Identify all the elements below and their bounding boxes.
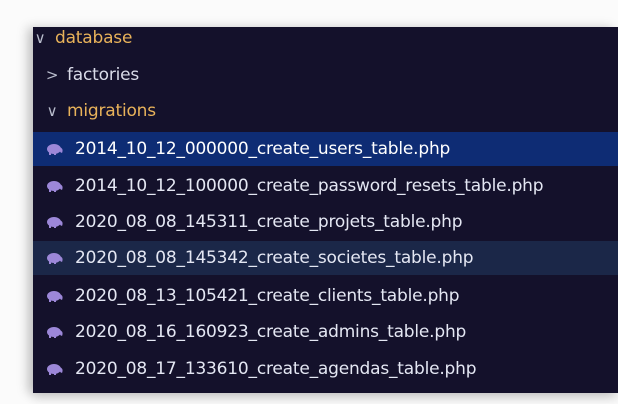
- php-elephant-icon: [47, 253, 63, 264]
- file-label: 2014_10_12_000000_create_users_table.php: [75, 139, 451, 159]
- chevron-down-icon: ∨: [46, 102, 58, 120]
- file-item-projets-migration[interactable]: 2020_08_08_145311_create_projets_table.p…: [33, 205, 618, 239]
- php-elephant-icon: [47, 327, 63, 338]
- file-label: 2020_08_16_160923_create_admins_table.ph…: [75, 322, 467, 342]
- file-item-societes-migration[interactable]: 2020_08_08_145342_create_societes_table.…: [33, 241, 618, 275]
- php-elephant-icon: [47, 217, 63, 228]
- file-item-admins-migration[interactable]: 2020_08_16_160923_create_admins_table.ph…: [33, 315, 618, 349]
- folder-database[interactable]: ∨ database: [33, 27, 618, 55]
- folder-migrations[interactable]: ∨ migrations: [33, 94, 618, 128]
- file-label: 2014_10_12_100000_create_password_resets…: [75, 176, 544, 196]
- file-item-clients-migration[interactable]: 2020_08_13_105421_create_clients_table.p…: [33, 279, 618, 313]
- folder-label: factories: [67, 65, 140, 85]
- folder-label: database: [55, 28, 133, 48]
- file-label: 2020_08_13_105421_create_clients_table.p…: [75, 286, 460, 306]
- file-item-password-resets-migration[interactable]: 2014_10_12_100000_create_password_resets…: [33, 169, 618, 203]
- file-label: 2020_08_08_145311_create_projets_table.p…: [75, 212, 463, 232]
- php-elephant-icon: [47, 144, 63, 155]
- file-label: 2020_08_17_133610_create_agendas_table.p…: [75, 359, 477, 379]
- php-elephant-icon: [47, 291, 63, 302]
- php-elephant-icon: [47, 364, 63, 375]
- file-explorer-panel: ∨ database > factories ∨ migrations 2014…: [33, 27, 618, 393]
- screenshot-frame: ∨ database > factories ∨ migrations 2014…: [0, 0, 618, 404]
- file-label: 2020_08_08_145342_create_societes_table.…: [75, 248, 474, 268]
- file-item-users-migration[interactable]: 2014_10_12_000000_create_users_table.php: [33, 132, 618, 166]
- folder-label: migrations: [67, 101, 156, 121]
- php-elephant-icon: [47, 181, 63, 192]
- chevron-right-icon: >: [45, 66, 59, 84]
- folder-factories[interactable]: > factories: [33, 58, 618, 92]
- file-item-agendas-migration[interactable]: 2020_08_17_133610_create_agendas_table.p…: [33, 352, 618, 386]
- chevron-down-icon: ∨: [34, 29, 46, 47]
